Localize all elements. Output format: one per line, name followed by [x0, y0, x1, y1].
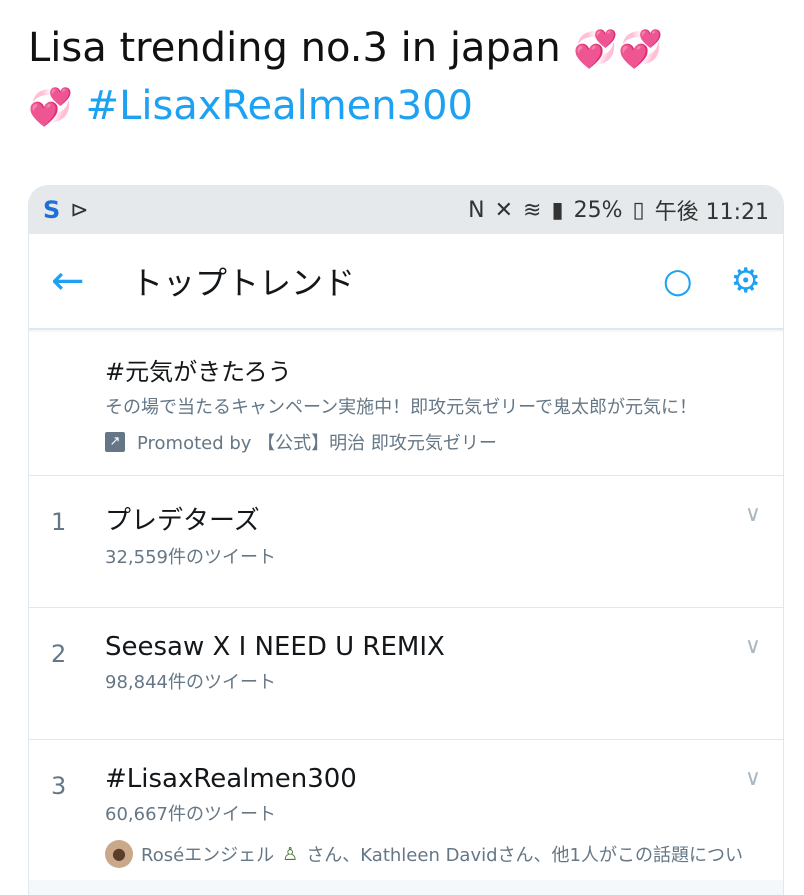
- trend-item[interactable]: 1 プレデターズ 32,559件のツイート ∨: [29, 476, 783, 608]
- trend-tweet-count: 98,844件のツイート: [105, 672, 276, 693]
- chevron-down-icon[interactable]: ∨: [745, 766, 761, 791]
- trend-name[interactable]: #LisaxRealmen300: [105, 764, 759, 794]
- promoted-by: ↗ Promoted by 【公式】明治 即攻元気ゼリー: [105, 429, 759, 455]
- trend-tweet-count: 60,667件のツイート: [105, 804, 276, 825]
- mute-icon: ✕: [494, 197, 514, 223]
- battery-percent: 25%: [573, 197, 623, 223]
- gear-icon[interactable]: ⚙: [731, 261, 761, 301]
- app-bar: ← トップトレンド ○ ⚙: [29, 234, 783, 330]
- page-title: トップトレンド: [131, 264, 356, 302]
- caption-text: Lisa trending no.3 in japan: [28, 25, 561, 71]
- chevron-down-icon[interactable]: ∨: [745, 502, 761, 527]
- caption-line-1: Lisa trending no.3 in japan 💞💞: [28, 20, 788, 78]
- search-icon[interactable]: ○: [663, 261, 693, 301]
- promoted-description: その場で当たるキャンペーン実施中！即攻元気ゼリーで鬼太郎が元気に！: [105, 397, 698, 418]
- trend-context: ● Roséエンジェル ♙ さん、Kathleen Davidさん、他1人がこの…: [105, 840, 759, 868]
- signal-icon: ▮: [551, 197, 564, 223]
- wifi-icon: ≋: [523, 197, 542, 223]
- trend-tweet-count: 32,559件のツイート: [105, 547, 276, 568]
- promoted-icon: ↗: [105, 432, 125, 452]
- trend-rank: 3: [51, 772, 67, 800]
- heart-icon: 💞: [618, 29, 664, 70]
- trend-item[interactable]: 2 Seesaw X I NEED U REMIX 98,844件のツイート ∨: [29, 608, 783, 740]
- caption: Lisa trending no.3 in japan 💞💞 💞 #LisaxR…: [28, 20, 788, 136]
- caption-hashtag[interactable]: #LisaxRealmen300: [86, 83, 473, 129]
- promoted-trend[interactable]: #元気がきたろう その場で当たるキャンペーン実施中！即攻元気ゼリーで鬼太郎が元気…: [29, 332, 783, 476]
- nfc-icon: N: [468, 197, 485, 223]
- context-text: さん、Kathleen Davidさん、他1人がこの話題につい: [306, 845, 743, 866]
- phone-screen: S ⊳ N ✕ ≋ ▮ 25% ▯ 午後 11:21 ← トップトレンド ○ ⚙…: [28, 185, 784, 895]
- trend-item[interactable]: 3 #LisaxRealmen300 60,667件のツイート ∨ ● Rosé…: [29, 740, 783, 880]
- heart-icon: 💞: [28, 87, 73, 128]
- chevron-down-icon[interactable]: ∨: [745, 634, 761, 659]
- avatar[interactable]: ●: [105, 840, 133, 868]
- battery-icon: ▯: [632, 197, 645, 223]
- caption-line-2: 💞 #LisaxRealmen300: [28, 78, 788, 136]
- back-arrow-icon[interactable]: ←: [51, 258, 131, 304]
- trend-name[interactable]: プレデターズ: [105, 500, 759, 537]
- trend-rank: 1: [51, 508, 67, 536]
- person-icon: ♙: [282, 843, 299, 865]
- status-bar: S ⊳ N ✕ ≋ ▮ 25% ▯ 午後 11:21: [29, 186, 783, 234]
- trend-name[interactable]: Seesaw X I NEED U REMIX: [105, 632, 759, 662]
- trend-rank: 2: [51, 640, 67, 668]
- promoted-by-text: Promoted by 【公式】明治 即攻元気ゼリー: [137, 433, 497, 454]
- promoted-hashtag[interactable]: #元気がきたろう: [105, 352, 759, 387]
- heart-icon: 💞: [573, 29, 619, 70]
- context-user[interactable]: Roséエンジェル: [141, 841, 274, 867]
- s-icon: S: [43, 196, 61, 224]
- clock: 午後 11:21: [654, 200, 769, 225]
- send-icon: ⊳: [70, 197, 89, 223]
